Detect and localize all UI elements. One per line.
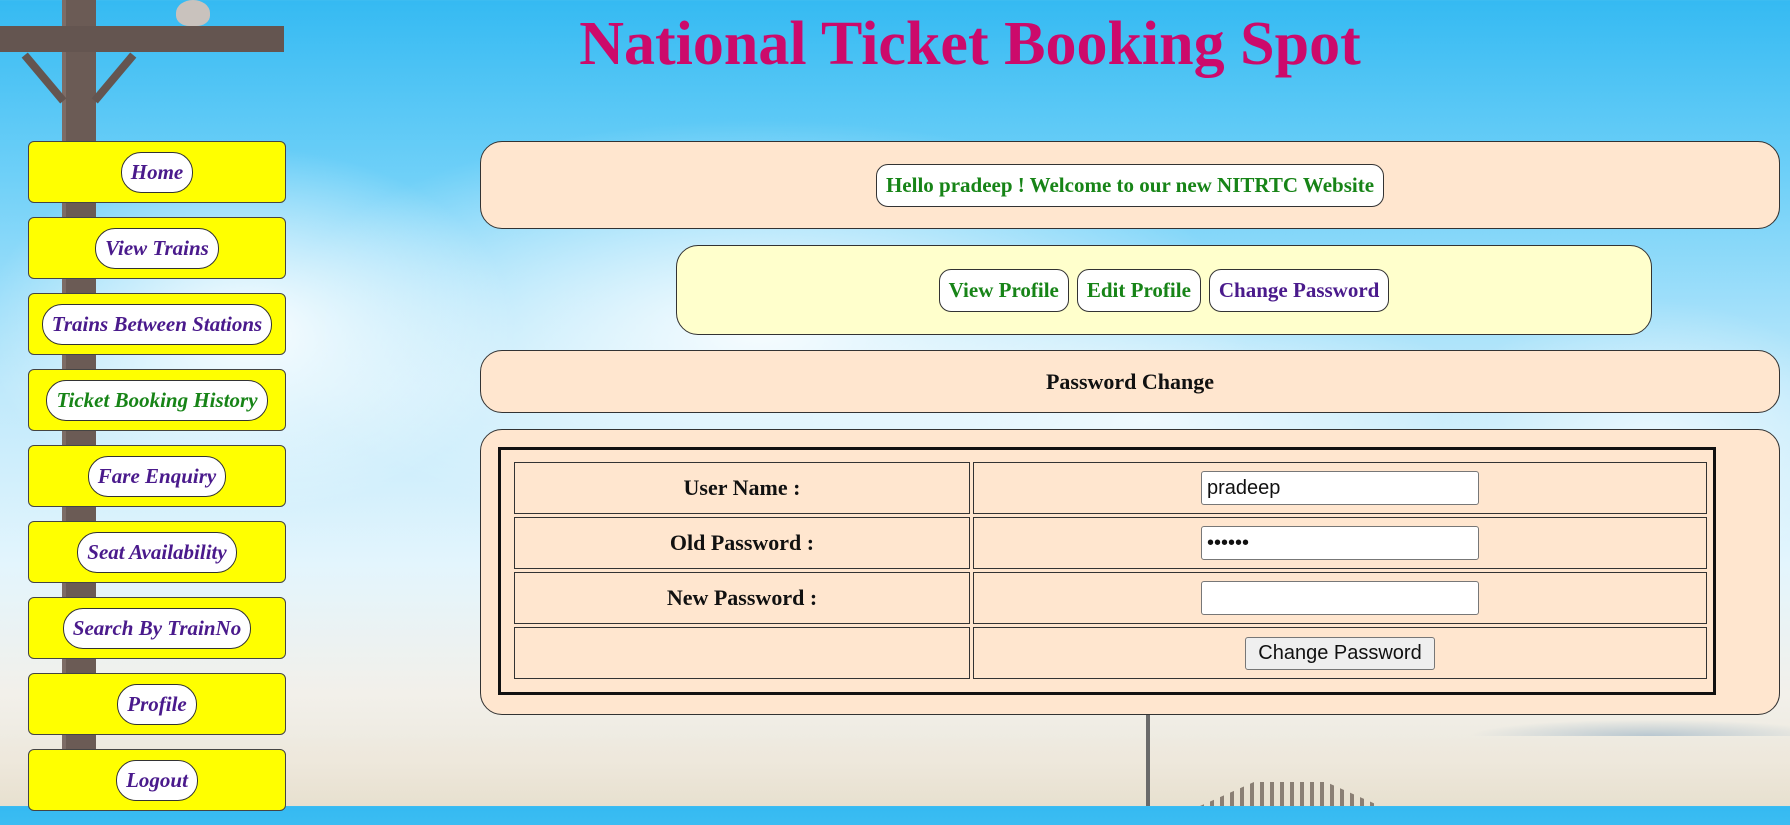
username-input[interactable] (1201, 471, 1479, 505)
sidebar-card-search-by-trainno: Search By TrainNo (28, 597, 286, 659)
view-profile-link[interactable]: View Profile (938, 268, 1069, 312)
sidebar-card-fare-enquiry: Fare Enquiry (28, 445, 286, 507)
section-heading: Password Change (1045, 368, 1215, 394)
edit-profile-link[interactable]: Edit Profile (1076, 268, 1201, 312)
new-password-row: New Password : (514, 572, 1707, 624)
railway-track (1200, 782, 1380, 806)
new-password-label: New Password : (514, 572, 970, 624)
sidebar-item-seat-availability[interactable]: Seat Availability (77, 531, 237, 573)
sidebar-card-seat-availability: Seat Availability (28, 521, 286, 583)
sidebar-item-search-by-trainno[interactable]: Search By TrainNo (62, 607, 252, 649)
new-password-cell (973, 572, 1707, 624)
change-password-link[interactable]: Change Password (1208, 268, 1390, 312)
sidebar-item-ticket-booking-history[interactable]: Ticket Booking History (46, 379, 268, 421)
sidebar-item-home[interactable]: Home (120, 151, 194, 193)
new-password-input[interactable] (1201, 581, 1479, 615)
submit-cell: Change Password (973, 627, 1707, 679)
sidebar-item-profile[interactable]: Profile (117, 683, 197, 725)
sidebar-card-logout: Logout (28, 749, 286, 811)
sidebar-nav: Home View Trains Trains Between Stations… (28, 141, 288, 825)
sidebar-item-view-trains[interactable]: View Trains (95, 227, 219, 269)
signpost (1146, 714, 1150, 806)
change-password-button[interactable]: Change Password (1245, 636, 1435, 670)
old-password-input[interactable] (1201, 526, 1479, 560)
page-title: National Ticket Booking Spot (579, 10, 1361, 78)
telegraph-pole-crossbar (0, 26, 284, 52)
pole-insulator (176, 0, 210, 26)
welcome-panel: Hello pradeep ! Welcome to our new NITRT… (480, 141, 1780, 229)
sidebar-card-view-trains: View Trains (28, 217, 286, 279)
section-heading-panel: Password Change (480, 350, 1780, 413)
sidebar-card-home: Home (28, 141, 286, 203)
submit-row-empty-cell (514, 627, 970, 679)
sidebar-card-profile: Profile (28, 673, 286, 735)
submit-row: Change Password (514, 627, 1707, 679)
old-password-row: Old Password : (514, 517, 1707, 569)
password-change-panel: User Name : Old Password : New Password … (480, 429, 1780, 715)
sidebar-card-trains-between-stations: Trains Between Stations (28, 293, 286, 355)
sidebar-item-fare-enquiry[interactable]: Fare Enquiry (87, 455, 227, 497)
pole-brace-left (21, 52, 67, 104)
old-password-cell (973, 517, 1707, 569)
old-password-label: Old Password : (514, 517, 970, 569)
profile-nav-panel: View Profile Edit Profile Change Passwor… (676, 245, 1652, 335)
distant-hills (1430, 714, 1790, 736)
pole-brace-right (91, 52, 137, 104)
sidebar-item-trains-between-stations[interactable]: Trains Between Stations (41, 303, 273, 345)
welcome-message: Hello pradeep ! Welcome to our new NITRT… (875, 163, 1385, 207)
username-row: User Name : (514, 462, 1707, 514)
username-cell (973, 462, 1707, 514)
username-label: User Name : (514, 462, 970, 514)
password-form-table: User Name : Old Password : New Password … (511, 459, 1710, 682)
password-change-form: User Name : Old Password : New Password … (498, 447, 1716, 695)
sidebar-item-logout[interactable]: Logout (116, 759, 198, 801)
sidebar-card-ticket-booking-history: Ticket Booking History (28, 369, 286, 431)
